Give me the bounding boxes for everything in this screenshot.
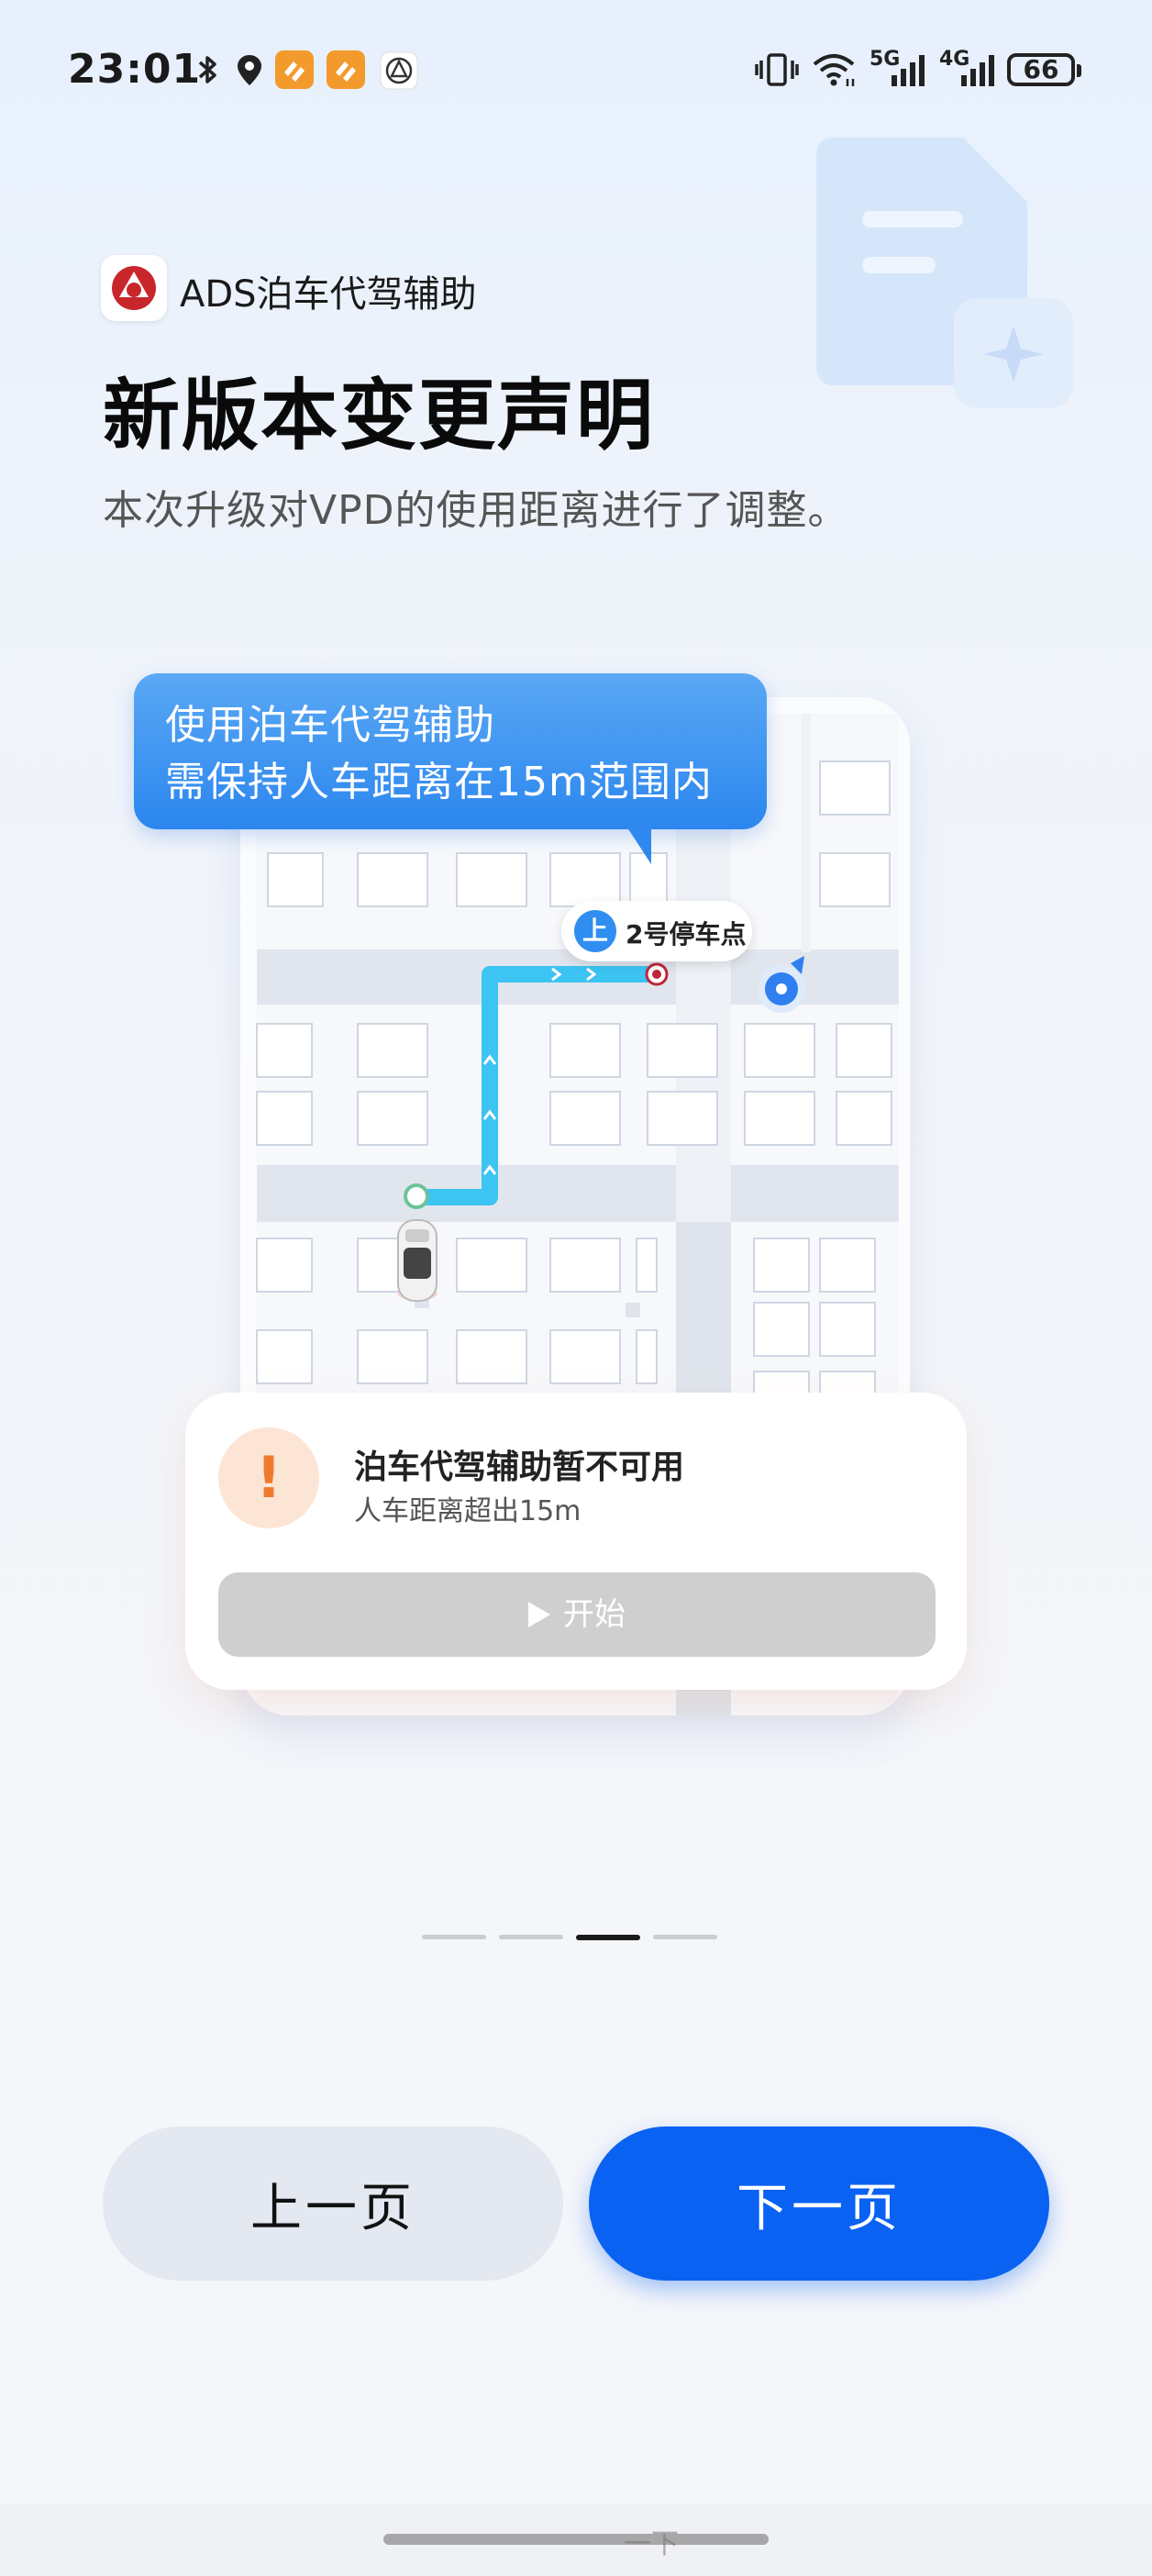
- app-name: ADS泊车代驾辅助: [180, 273, 477, 316]
- app-notification-icon: [275, 50, 314, 89]
- home-indicator[interactable]: [383, 2534, 769, 2545]
- ads-app-icon: [380, 51, 418, 90]
- app-logo: [101, 255, 167, 321]
- bubble-line-1: 使用泊车代驾辅助: [165, 702, 495, 749]
- pager-dot-2: [499, 1935, 563, 1939]
- pager-dot-3-active: [576, 1935, 640, 1940]
- location-icon: [238, 55, 261, 85]
- battery-icon: 66: [1007, 53, 1081, 86]
- play-icon: [528, 1602, 550, 1627]
- parking-stop-text: 2号停车点: [626, 919, 747, 949]
- start-point-icon: [404, 1183, 429, 1209]
- start-label: 开始: [563, 1596, 626, 1633]
- signal-5g-icon: [892, 55, 925, 86]
- vibrate-icon: [755, 53, 799, 86]
- pager-dot-1: [422, 1935, 486, 1939]
- warning-icon: !: [218, 1427, 319, 1528]
- document-decoration-icon: [816, 138, 1073, 408]
- page-title: 新版本变更声明: [103, 371, 656, 461]
- parking-stop-label: 上 2号停车点: [561, 901, 752, 961]
- wifi-icon: [813, 54, 855, 86]
- pager-dot-4: [653, 1935, 717, 1939]
- status-time: 23:01: [68, 46, 202, 93]
- unavailable-card: ! 泊车代驾辅助暂不可用 人车距离超出15m 开始: [185, 1393, 967, 1690]
- previous-page-button[interactable]: 上一页: [103, 2126, 563, 2281]
- bubble-line-2: 需保持人车距离在15m范围内: [165, 759, 713, 805]
- start-button-disabled: 开始: [218, 1572, 936, 1657]
- car-icon: [397, 1219, 438, 1302]
- unavailable-reason: 人车距离超出15m: [354, 1495, 582, 1527]
- bubble-tail: [624, 822, 651, 864]
- boarding-stop-icon: 上: [574, 910, 616, 952]
- signal-4g-icon: [961, 55, 994, 86]
- unavailable-title: 泊车代驾辅助暂不可用: [354, 1449, 685, 1486]
- app-notification-icon: [327, 50, 365, 89]
- bluetooth-icon: [198, 56, 216, 83]
- distance-tip-bubble: 使用泊车代驾辅助 需保持人车距离在15m范围内: [134, 673, 767, 829]
- next-page-button[interactable]: 下一页: [589, 2126, 1049, 2281]
- page-subtitle: 本次升级对VPD的使用距离进行了调整。: [103, 487, 849, 534]
